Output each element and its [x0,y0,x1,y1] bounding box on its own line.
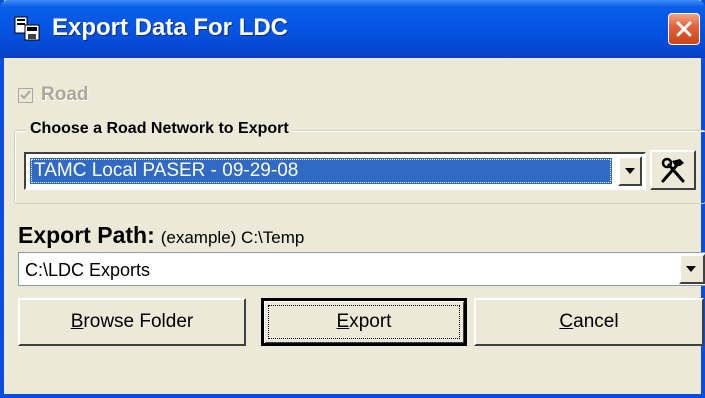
export-path-example: (example) C:\Temp [160,228,305,247]
chevron-down-icon [686,266,696,272]
title-bar[interactable]: Export Data For LDC [0,0,705,58]
cancel-mnemonic: C [559,311,574,332]
export-dialog-window: Export Data For LDC Road Choose a Road N… [0,0,705,398]
cancel-label: ancel [573,311,619,332]
road-network-dropdown-button[interactable] [618,156,642,186]
hammer-wrench-icon [661,157,685,183]
cancel-button[interactable]: Cancel [474,298,704,346]
close-button[interactable] [668,13,700,45]
road-checkbox[interactable] [18,87,33,103]
export-path-value: C:\LDC Exports [25,260,151,280]
export-path-label: Export Path: (example) C:\Temp [18,222,304,249]
network-tools-button[interactable] [650,150,696,190]
window-title: Export Data For LDC [52,14,289,41]
road-network-combobox[interactable]: TAMC Local PASER - 09-29-08 [24,152,646,190]
export-path-title: Export Path: [18,222,155,248]
export-path-combobox[interactable]: C:\LDC Exports [18,252,705,286]
check-icon [20,89,31,99]
road-network-selected-value: TAMC Local PASER - 09-29-08 [30,158,612,184]
export-focus-rect [268,305,460,339]
browse-folder-label: rowse Folder [83,311,194,332]
export-path-dropdown-button[interactable] [679,254,705,284]
export-button[interactable]: Export [261,298,467,346]
export-app-icon[interactable] [14,16,40,42]
close-icon [676,21,692,37]
browse-folder-mnemonic: B [70,311,84,332]
browse-folder-button[interactable]: Browse Folder [18,298,246,346]
road-checkbox-label: Road [41,84,89,105]
road-checkbox-row: Road [18,83,89,107]
chevron-down-icon [625,168,635,174]
network-group-legend: Choose a Road Network to Export [26,120,293,138]
